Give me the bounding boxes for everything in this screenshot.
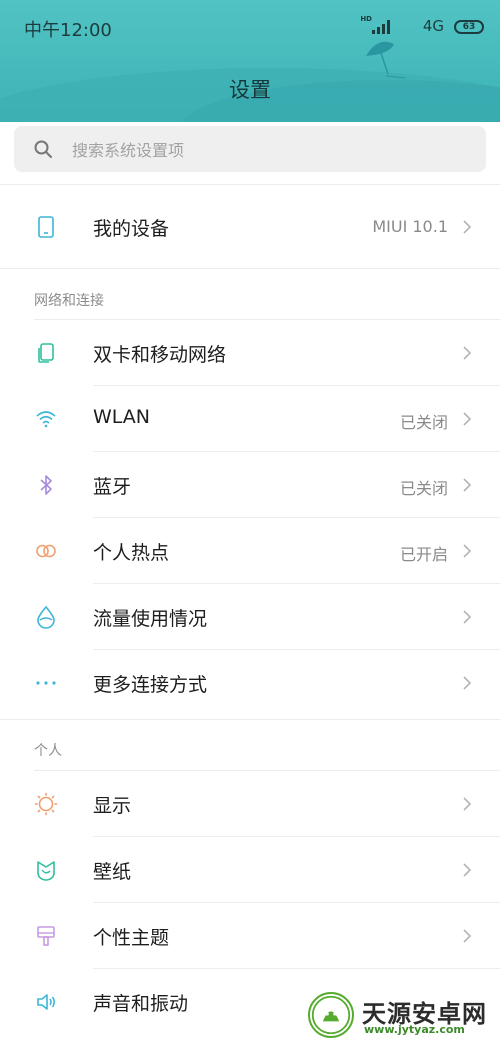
network-item-label: 更多连接方式 (93, 674, 208, 696)
network-item-hotspot[interactable]: 个人热点 已开启 (0, 518, 500, 584)
chevron-right-icon (463, 676, 472, 690)
network-item-value: 已开启 (399, 545, 448, 564)
watermark-url: www.jytyaz.com (364, 1023, 465, 1036)
network-item-value: 已关闭 (399, 413, 448, 432)
network-item-label: 双卡和移动网络 (93, 344, 227, 366)
display-icon (34, 792, 58, 816)
chevron-right-icon (463, 863, 472, 877)
personal-item-theme[interactable]: 个性主题 (0, 903, 500, 969)
chevron-right-icon (463, 346, 472, 360)
divider (0, 719, 500, 720)
my-device-label: 我的设备 (93, 218, 170, 240)
wifi-icon (36, 411, 56, 428)
more-connections-icon (36, 681, 56, 685)
theme-icon (37, 926, 55, 946)
data-usage-icon (37, 605, 55, 629)
network-item-label: 流量使用情况 (93, 608, 208, 630)
chevron-right-icon (463, 610, 472, 624)
chevron-right-icon (463, 220, 472, 234)
hd-badge: HD (360, 15, 372, 23)
hotspot-icon (36, 544, 56, 558)
personal-item-display[interactable]: 显示 (0, 771, 500, 837)
status-bar: 中午12:00 HD 4G 63 (0, 0, 500, 52)
network-item-label: WLAN (93, 406, 151, 428)
dual-sim-icon (38, 343, 54, 363)
network-item-data-usage[interactable]: 流量使用情况 (0, 584, 500, 650)
network-item-bluetooth[interactable]: 蓝牙 已关闭 (0, 452, 500, 518)
watermark: 天源安卓网 www.jytyaz.com (300, 990, 500, 1041)
search-bar[interactable] (14, 126, 486, 172)
page-title: 设置 (229, 78, 271, 102)
speaker-icon (37, 994, 56, 1010)
personal-item-label: 个性主题 (93, 927, 170, 949)
network-type: 4G (422, 17, 444, 35)
chevron-right-icon (463, 797, 472, 811)
search-area (0, 122, 500, 184)
network-item-more-connections[interactable]: 更多连接方式 (0, 650, 500, 716)
my-device-value: MIUI 10.1 (372, 217, 448, 236)
network-item-dual-sim[interactable]: 双卡和移动网络 (0, 320, 500, 386)
chevron-right-icon (463, 412, 472, 426)
network-item-label: 个人热点 (93, 542, 170, 564)
personal-item-wallpaper[interactable]: 壁纸 (0, 837, 500, 903)
chevron-right-icon (463, 478, 472, 492)
header: 中午12:00 HD 4G 63 设置 (0, 0, 500, 122)
personal-item-label: 壁纸 (93, 861, 132, 883)
section-header-personal: 个人 (34, 743, 62, 759)
network-item-label: 蓝牙 (93, 476, 132, 498)
section-header-network: 网络和连接 (34, 293, 104, 309)
signal-icon (372, 20, 390, 34)
wallpaper-icon (37, 861, 55, 881)
battery-icon: 63 (454, 20, 484, 34)
phone-icon (38, 216, 54, 238)
divider (0, 268, 500, 269)
search-input[interactable] (70, 134, 474, 166)
network-item-wlan[interactable]: WLAN 已关闭 (0, 386, 500, 452)
watermark-logo-icon (308, 992, 354, 1038)
personal-item-label: 显示 (93, 795, 132, 817)
chevron-right-icon (463, 929, 472, 943)
bluetooth-icon (40, 475, 52, 495)
status-time: 中午12:00 (24, 20, 112, 41)
personal-item-label: 声音和振动 (93, 993, 189, 1015)
my-device-row[interactable]: 我的设备 MIUI 10.1 (0, 194, 500, 260)
divider (0, 184, 500, 185)
chevron-right-icon (463, 544, 472, 558)
search-icon (34, 140, 52, 158)
network-item-value: 已关闭 (399, 479, 448, 498)
